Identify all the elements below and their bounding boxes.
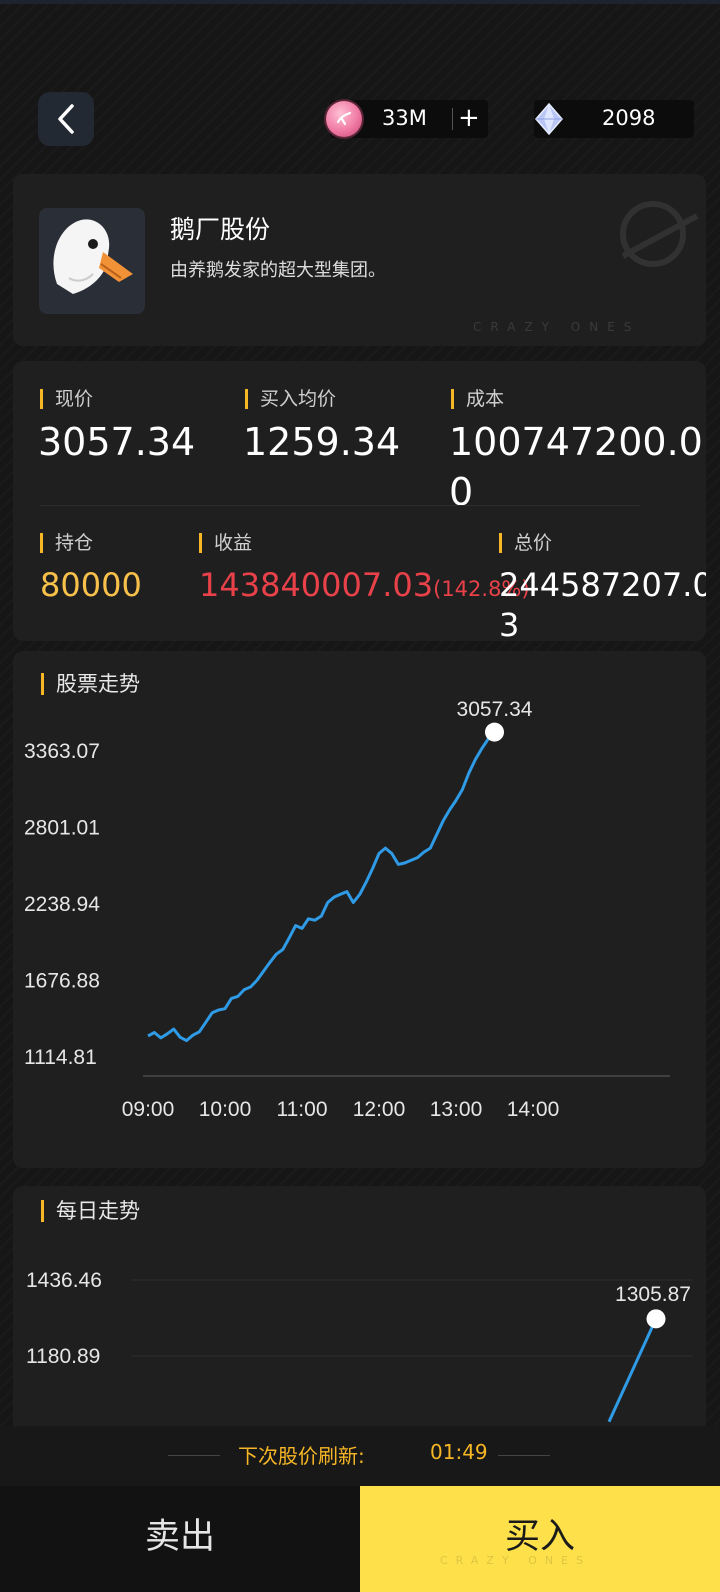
add-currency-button[interactable]: +: [458, 101, 480, 135]
divider: [40, 505, 640, 506]
x-tick-label: 12:00: [353, 1098, 406, 1121]
top-status-line: [0, 0, 720, 4]
cost-value-line1: 100747200.0: [449, 420, 703, 464]
y-tick-label: 2801.01: [24, 816, 100, 839]
total-label: 总价: [499, 533, 552, 553]
refresh-countdown: 01:49: [430, 1440, 488, 1464]
holdings-value: 80000: [40, 566, 142, 604]
x-tick-label: 11:00: [277, 1098, 328, 1121]
last-point-marker: [485, 722, 504, 742]
x-tick-label: 09:00: [122, 1098, 175, 1121]
stats-card: 现价 3057.34 买入均价 1259.34 成本 100747200.0 0…: [13, 361, 706, 641]
watermark-text: CRAZY ONES: [473, 320, 641, 334]
divider: [168, 1455, 220, 1456]
avg-buy-price-label: 买入均价: [245, 389, 336, 409]
total-value-line2: 3: [499, 606, 520, 641]
last-point-marker: [646, 1309, 666, 1329]
watermark-logo-icon: [620, 201, 699, 267]
peach-currency: 33M +: [326, 100, 488, 138]
daily-trend-card: 每日走势 1436.46 1180.89 1305.87: [13, 1186, 706, 1426]
last-value-label: 3057.34: [457, 698, 533, 721]
divider: [498, 1455, 550, 1456]
y-tick-label: 1676.88: [24, 969, 100, 992]
peach-icon: [326, 101, 362, 137]
watermark-text: CRAZY ONES: [440, 1554, 591, 1567]
company-card: 鹅厂股份 由养鹅发家的超大型集团。 CRAZY ONES: [13, 174, 706, 346]
x-tick-label: 10:00: [199, 1098, 252, 1121]
current-price-value: 3057.34: [38, 420, 196, 464]
diamond-icon: [535, 102, 563, 136]
y-tick-label: 2238.94: [24, 893, 100, 916]
sell-button[interactable]: 卖出: [0, 1486, 360, 1592]
stock-trend-chart: 3363.07 2801.01 2238.94 1676.88 1114.81 09:00…: [24, 698, 670, 1121]
chevron-left-icon: [58, 104, 74, 134]
y-tick-label: 1114.81: [24, 1046, 97, 1069]
cost-value-line2: 0: [449, 470, 474, 514]
buy-button[interactable]: 买入: [360, 1486, 720, 1592]
cost-label: 成本: [451, 389, 504, 409]
peach-value: 33M: [382, 106, 427, 130]
x-tick-label: 13:00: [430, 1098, 483, 1121]
y-tick-label: 1180.89: [26, 1345, 100, 1368]
refresh-bar: 下次股价刷新: 01:49: [0, 1426, 720, 1486]
daily-trend-chart: 1436.46 1180.89 1305.87: [26, 1269, 693, 1423]
x-tick-label: 14:00: [507, 1098, 560, 1121]
profit-amount: 143840007.03: [199, 566, 434, 604]
profit-value: 143840007.03(142.8%): [199, 563, 530, 611]
goose-logo-icon: [39, 208, 145, 314]
y-tick-label: 3363.07: [24, 740, 100, 763]
price-series-line: [147, 731, 496, 1043]
current-price-label: 现价: [40, 389, 93, 409]
stock-trend-card: 股票走势 3363.07 2801.01 2238.94 1676.88 1114.81…: [13, 651, 706, 1168]
company-name: 鹅厂股份: [170, 215, 271, 244]
refresh-label: 下次股价刷新:: [238, 1444, 365, 1468]
gem-value: 2098: [602, 106, 656, 130]
y-tick-label: 1436.46: [26, 1269, 102, 1292]
profit-label: 收益: [199, 533, 252, 553]
avg-buy-price-value: 1259.34: [243, 420, 401, 464]
holdings-label: 持仓: [40, 533, 93, 553]
company-description: 由养鹅发家的超大型集团。: [170, 260, 386, 281]
back-button[interactable]: [38, 92, 94, 146]
last-value-label: 1305.87: [615, 1283, 691, 1306]
daily-series-line: [607, 1318, 658, 1423]
gem-currency: 2098: [534, 100, 694, 138]
total-value-line1: 244587207.0: [499, 566, 706, 604]
divider: [452, 108, 453, 130]
